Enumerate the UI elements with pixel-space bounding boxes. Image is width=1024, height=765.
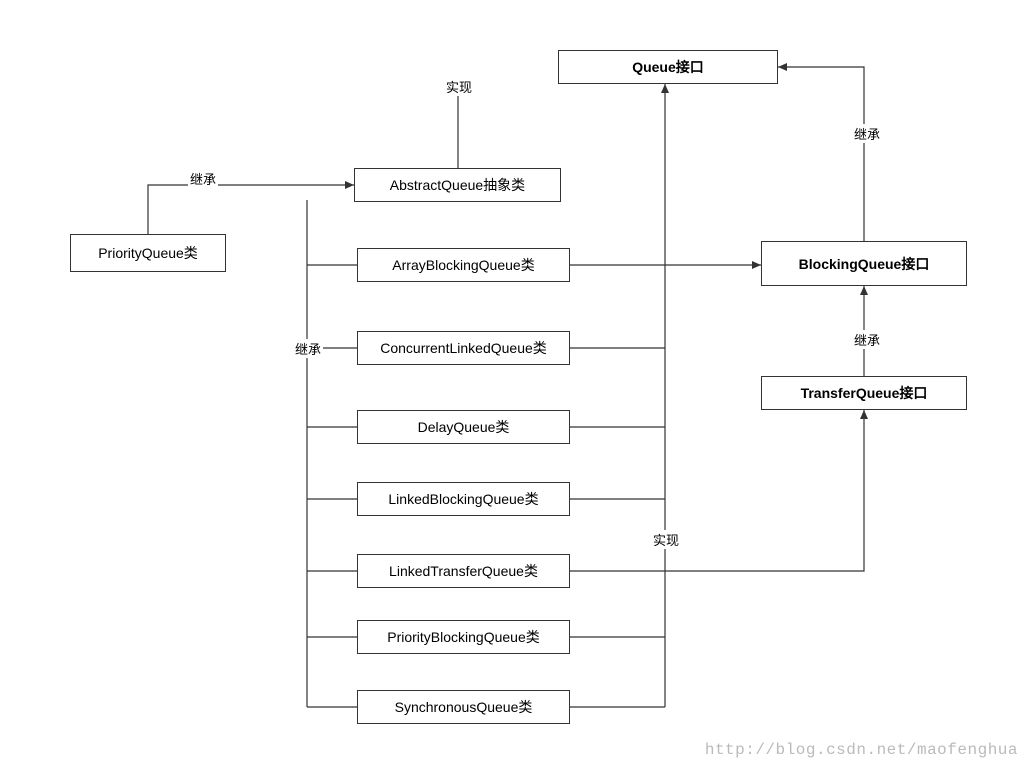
node-concurrent-linked-queue: ConcurrentLinkedQueue类 (357, 331, 570, 365)
node-abstract-queue: AbstractQueue抽象类 (354, 168, 561, 202)
edge-label-extends: 继承 (852, 124, 882, 143)
watermark-text: http://blog.csdn.net/maofenghua (705, 741, 1018, 759)
node-linked-transfer-queue: LinkedTransferQueue类 (357, 554, 570, 588)
node-queue-interface: Queue接口 (558, 50, 778, 84)
node-label: ConcurrentLinkedQueue类 (380, 338, 547, 358)
node-label: PriorityBlockingQueue类 (387, 627, 540, 647)
node-priority-queue: PriorityQueue类 (70, 234, 226, 272)
node-label: LinkedBlockingQueue类 (388, 489, 538, 509)
edge-label-implements: 实现 (651, 530, 681, 549)
edge-label-extends: 继承 (852, 330, 882, 349)
node-label: AbstractQueue抽象类 (390, 175, 525, 195)
node-label: PriorityQueue类 (98, 243, 198, 263)
node-delay-queue: DelayQueue类 (357, 410, 570, 444)
node-label: Queue接口 (632, 57, 704, 77)
node-transfer-queue-interface: TransferQueue接口 (761, 376, 967, 410)
node-array-blocking-queue: ArrayBlockingQueue类 (357, 248, 570, 282)
node-linked-blocking-queue: LinkedBlockingQueue类 (357, 482, 570, 516)
edge-label-implements: 实现 (444, 77, 474, 96)
node-label: ArrayBlockingQueue类 (392, 255, 534, 275)
edge-label-extends: 继承 (188, 169, 218, 188)
node-label: LinkedTransferQueue类 (389, 561, 538, 581)
node-priority-blocking-queue: PriorityBlockingQueue类 (357, 620, 570, 654)
node-synchronous-queue: SynchronousQueue类 (357, 690, 570, 724)
edge-label-extends: 继承 (293, 339, 323, 358)
node-blocking-queue-interface: BlockingQueue接口 (761, 241, 967, 286)
node-label: TransferQueue接口 (801, 383, 928, 403)
node-label: DelayQueue类 (418, 417, 510, 437)
node-label: BlockingQueue接口 (799, 254, 930, 274)
node-label: SynchronousQueue类 (395, 697, 533, 717)
